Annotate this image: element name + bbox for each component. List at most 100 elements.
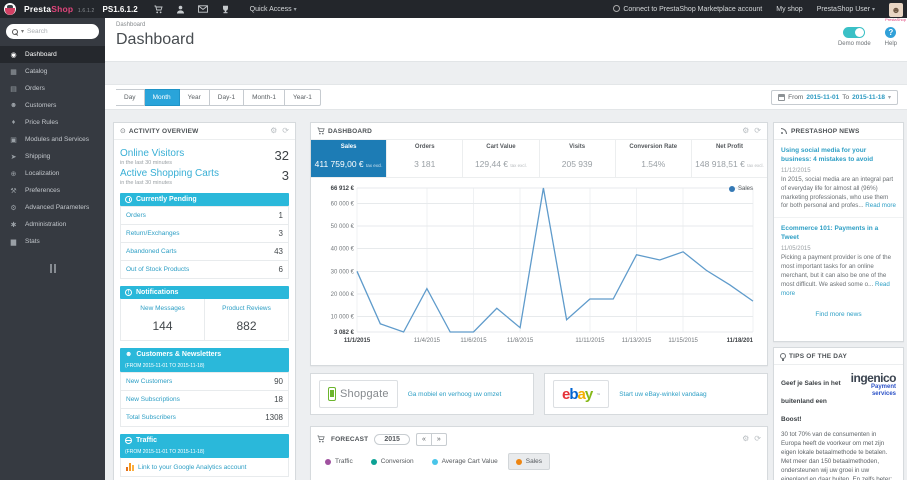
- row-label-link[interactable]: Return/Exchanges: [126, 230, 179, 237]
- table-row[interactable]: Abandoned Carts 43: [121, 242, 288, 260]
- sidebar-item[interactable]: ◉ Dashboard: [0, 46, 105, 63]
- row-label-link[interactable]: New Subscriptions: [126, 396, 180, 403]
- sidebar-item[interactable]: ➤ Shipping: [0, 148, 105, 165]
- chevron-down-icon: ▾: [887, 94, 891, 101]
- row-label-link[interactable]: New Customers: [126, 378, 172, 385]
- sidebar-item[interactable]: ⚒ Preferences: [0, 182, 105, 199]
- article-title-link[interactable]: Using social media for your business: 4 …: [781, 147, 896, 165]
- gear-icon[interactable]: ⚙: [742, 127, 749, 135]
- refresh-icon[interactable]: ⟳: [754, 435, 761, 443]
- kpi-value: 411 759,00 € tax excl.: [314, 159, 383, 169]
- notification-cell[interactable]: New Messages 144: [121, 299, 204, 340]
- notification-label-link[interactable]: Product Reviews: [207, 305, 286, 312]
- table-row[interactable]: Orders 1: [121, 206, 288, 224]
- sidebar-item[interactable]: ▆ Stats: [0, 233, 105, 250]
- brand-wordmark[interactable]: PrestaShop 1.6.1.2: [24, 4, 95, 14]
- forecast-tab[interactable]: Average Cart Value: [424, 453, 506, 470]
- chart-legend[interactable]: Sales: [728, 186, 753, 192]
- date-range-picker[interactable]: From 2015-11-01 To 2015-11-18 ▾: [771, 89, 898, 105]
- prestashop-logo[interactable]: [4, 3, 16, 15]
- customers-newsletters-header: ☻ Customers & Newsletters (FROM 2015-11-…: [120, 348, 289, 372]
- avatar[interactable]: ☻: [889, 3, 903, 17]
- google-analytics-row[interactable]: Link to your Google Analytics account: [120, 458, 289, 477]
- table-row[interactable]: New Customers 90: [121, 372, 288, 390]
- range-button[interactable]: Year: [179, 88, 210, 106]
- row-label-link[interactable]: Abandoned Carts: [126, 248, 177, 255]
- active-carts-link[interactable]: Active Shopping Carts: [120, 168, 219, 179]
- main-content: Dashboard Dashboard Demo mode ? Help Day…: [105, 18, 907, 480]
- notification-cell[interactable]: Product Reviews 882: [204, 299, 288, 340]
- forecast-tab[interactable]: Sales: [507, 453, 550, 470]
- sidebar-item[interactable]: ▦ Catalog: [0, 63, 105, 80]
- date-range-toolbar: Day Month Year Day-1 Month-1 Year-1 From 2015…: [105, 84, 907, 110]
- series-dot-icon: [431, 458, 438, 465]
- ingenico-logo[interactable]: ingenico Payment services: [851, 372, 897, 398]
- user-label: PrestaShop User: [816, 5, 871, 13]
- quick-access-menu[interactable]: Quick Access ▾: [250, 6, 297, 13]
- sidebar-item[interactable]: ♦ Price Rules: [0, 114, 105, 131]
- kpi-label: Visits: [569, 144, 586, 150]
- sidebar-item[interactable]: ⊕ Localization: [0, 165, 105, 182]
- ebay-link[interactable]: Start uw eBay-winkel vandaag: [619, 391, 706, 398]
- ebay-ad: ebay ™ Start uw eBay-winkel vandaag: [544, 373, 768, 415]
- range-button[interactable]: Month-1: [244, 88, 285, 106]
- kpi-tile[interactable]: Net Profit 148 918,51 € tax excl.: [692, 140, 767, 177]
- kpi-tile[interactable]: Visits 205 939: [540, 140, 616, 177]
- messages-icon[interactable]: [197, 5, 208, 13]
- legend-label: Sales: [737, 186, 753, 192]
- my-shop-link[interactable]: My shop: [776, 6, 802, 13]
- refresh-icon[interactable]: ⟳: [754, 127, 761, 135]
- menu-collapse-handle[interactable]: [49, 264, 57, 273]
- online-visitors-link[interactable]: Online Visitors: [120, 148, 184, 159]
- refresh-icon[interactable]: ⟳: [282, 127, 289, 135]
- series-dot-icon: [515, 458, 522, 465]
- table-row[interactable]: Total Subscribers 1308: [121, 408, 288, 426]
- sidebar-item[interactable]: ☻ Customers: [0, 97, 105, 114]
- shopgate-logo[interactable]: Shopgate: [319, 380, 398, 408]
- article-title-link[interactable]: Ecommerce 101: Payments in a Tweet: [781, 225, 896, 243]
- search-scope-caret-icon[interactable]: ▾: [21, 28, 24, 35]
- row-label-link[interactable]: Orders: [126, 212, 146, 219]
- sidebar-item[interactable]: ▤ Orders: [0, 80, 105, 97]
- sidebar-item[interactable]: ⚙ Advanced Parameters: [0, 199, 105, 216]
- row-label-link[interactable]: Total Subscribers: [126, 414, 176, 421]
- cart-icon[interactable]: [154, 5, 163, 14]
- demo-mode-toggle[interactable]: [843, 27, 866, 38]
- table-row[interactable]: New Subscriptions 18: [121, 390, 288, 408]
- read-more-link[interactable]: Read more: [865, 202, 896, 209]
- prev-year-button[interactable]: «: [415, 432, 431, 446]
- kpi-tile[interactable]: Conversion Rate 1.54%: [616, 140, 692, 177]
- notification-label-link[interactable]: New Messages: [123, 305, 202, 312]
- forecast-tab[interactable]: Conversion: [363, 453, 422, 470]
- gear-icon[interactable]: ⚙: [270, 127, 277, 135]
- shopgate-link[interactable]: Ga mobiel en verhoog uw omzet: [408, 391, 502, 398]
- next-year-button[interactable]: »: [430, 432, 447, 446]
- range-button[interactable]: Year-1: [284, 88, 321, 106]
- kpi-tile[interactable]: Cart Value 129,44 € tax excl.: [463, 140, 540, 177]
- gear-icon[interactable]: ⚙: [742, 435, 749, 443]
- row-label-link[interactable]: Out of Stock Products: [126, 266, 189, 273]
- search-box[interactable]: ▾: [6, 24, 99, 39]
- topbar: PrestaShop 1.6.1.2 PS1.6.1.2 Quick Acces…: [0, 0, 907, 18]
- user-menu[interactable]: PrestaShop User ▾: [817, 6, 875, 13]
- find-more-news-link[interactable]: Find more news: [774, 305, 903, 326]
- table-row[interactable]: Out of Stock Products 6: [121, 260, 288, 278]
- sidebar-item[interactable]: ✱ Administration: [0, 216, 105, 233]
- help-button[interactable]: ?: [885, 27, 897, 38]
- badges-icon[interactable]: [221, 5, 230, 14]
- google-analytics-link[interactable]: Link to your Google Analytics account: [138, 464, 246, 471]
- kpi-tile[interactable]: Sales 411 759,00 € tax excl.: [311, 140, 388, 177]
- search-input[interactable]: [27, 28, 83, 35]
- range-button[interactable]: Day: [116, 88, 145, 106]
- forecast-tab[interactable]: Traffic: [317, 453, 361, 470]
- ebay-logo[interactable]: ebay ™: [553, 380, 610, 408]
- table-row[interactable]: Return/Exchanges 3: [121, 224, 288, 242]
- kpi-tile[interactable]: Orders 3 181: [387, 140, 464, 177]
- range-button[interactable]: Day-1: [209, 88, 245, 106]
- range-button[interactable]: Month: [144, 88, 180, 106]
- range-button-group: Day Month Year Day-1 Month-1 Year-1: [116, 88, 321, 106]
- sidebar-item[interactable]: ▣ Modules and Services: [0, 131, 105, 148]
- employee-icon[interactable]: [176, 5, 185, 14]
- marketplace-label: Connect to PrestaShop Marketplace accoun…: [623, 6, 763, 13]
- marketplace-link[interactable]: Connect to PrestaShop Marketplace accoun…: [613, 5, 762, 13]
